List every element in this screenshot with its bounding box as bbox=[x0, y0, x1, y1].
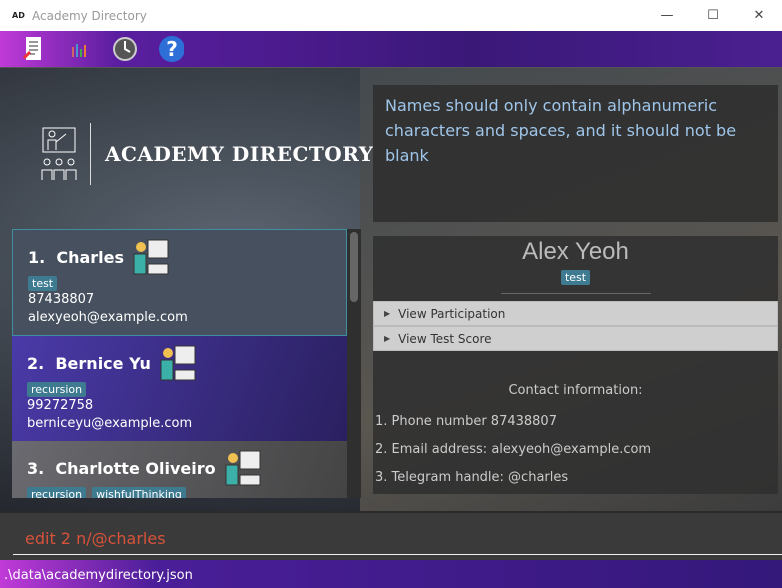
student-index: 2. bbox=[27, 353, 45, 373]
student-email: berniceyu@example.com bbox=[27, 416, 193, 431]
command-input[interactable]: edit 2 n/@charles bbox=[25, 529, 166, 548]
programmer-icon bbox=[160, 345, 196, 381]
logo-text: ACADEMY DIRECTORY bbox=[105, 142, 374, 166]
accordion-label: View Test Score bbox=[398, 331, 492, 346]
svg-text:?: ? bbox=[166, 37, 178, 61]
student-list[interactable]: 1. Charles test 87438807 alexyeoh@exampl… bbox=[12, 229, 361, 498]
title-bar: AD Academy Directory — ☐ ✕ bbox=[0, 0, 782, 31]
maximize-button[interactable]: ☐ bbox=[690, 0, 736, 31]
triangle-right-icon: ▶ bbox=[384, 334, 391, 343]
view-test-score-accordion[interactable]: ▶ View Test Score bbox=[373, 326, 778, 351]
student-name: Charles bbox=[56, 247, 125, 267]
contact-phone: 1. Phone number 87438807 bbox=[375, 414, 557, 429]
accordion-label: View Participation bbox=[398, 306, 506, 321]
tag: recursion bbox=[27, 382, 87, 397]
status-bar: .\data\academydirectory.json bbox=[0, 560, 782, 588]
tag: test bbox=[28, 276, 58, 291]
triangle-right-icon: ▶ bbox=[384, 309, 391, 318]
student-phone: 87438807 bbox=[28, 292, 95, 307]
toolbar: ? bbox=[0, 31, 782, 68]
result-display: Names should only contain alphanumeric c… bbox=[373, 85, 778, 222]
student-phone: 99272758 bbox=[27, 398, 94, 413]
student-name: Charlotte Oliveiro bbox=[55, 458, 216, 478]
contact-telegram: 3. Telegram handle: @charles bbox=[375, 470, 569, 485]
student-name: Bernice Yu bbox=[55, 353, 151, 373]
command-box[interactable]: edit 2 n/@charles bbox=[0, 511, 782, 560]
detail-name: Alex Yeoh bbox=[522, 238, 629, 265]
programmer-icon bbox=[133, 239, 169, 275]
clock-icon[interactable] bbox=[112, 36, 138, 62]
contact-email: 2. Email address: alexyeoh@example.com bbox=[375, 442, 652, 457]
tag: recursion bbox=[27, 487, 87, 498]
logo: ACADEMY DIRECTORY bbox=[40, 123, 374, 185]
contact-header: Contact information: bbox=[508, 383, 643, 398]
list-item[interactable]: 1. Charles test 87438807 alexyeoh@exampl… bbox=[12, 229, 347, 336]
student-email: alexyeoh@example.com bbox=[28, 310, 188, 325]
student-index: 1. bbox=[28, 247, 46, 267]
minimize-button[interactable]: — bbox=[644, 0, 690, 31]
list-item[interactable]: 2. Bernice Yu recursion 99272758 bernice… bbox=[12, 336, 347, 441]
notes-icon[interactable] bbox=[20, 36, 46, 62]
window-title: Academy Directory bbox=[32, 8, 147, 23]
app-icon: AD bbox=[12, 11, 25, 20]
student-index: 3. bbox=[27, 458, 45, 478]
close-button[interactable]: ✕ bbox=[736, 0, 782, 31]
tag: wishfulThinking bbox=[92, 487, 186, 498]
help-icon[interactable]: ? bbox=[158, 36, 184, 62]
divider bbox=[500, 293, 651, 294]
main-area: ACADEMY DIRECTORY Names should only cont… bbox=[0, 68, 782, 511]
chart-icon[interactable] bbox=[66, 36, 92, 62]
programmer-icon bbox=[225, 450, 261, 486]
list-item[interactable]: 3. Charlotte Oliveiro recursion wishfulTh… bbox=[12, 441, 347, 498]
scrollbar-thumb[interactable] bbox=[350, 232, 358, 302]
detail-tag: test bbox=[560, 270, 591, 285]
view-participation-accordion[interactable]: ▶ View Participation bbox=[373, 301, 778, 326]
teacher-icon bbox=[41, 127, 77, 180]
student-detail-panel: Alex Yeoh test ▶ View Participation ▶ View… bbox=[373, 236, 778, 494]
